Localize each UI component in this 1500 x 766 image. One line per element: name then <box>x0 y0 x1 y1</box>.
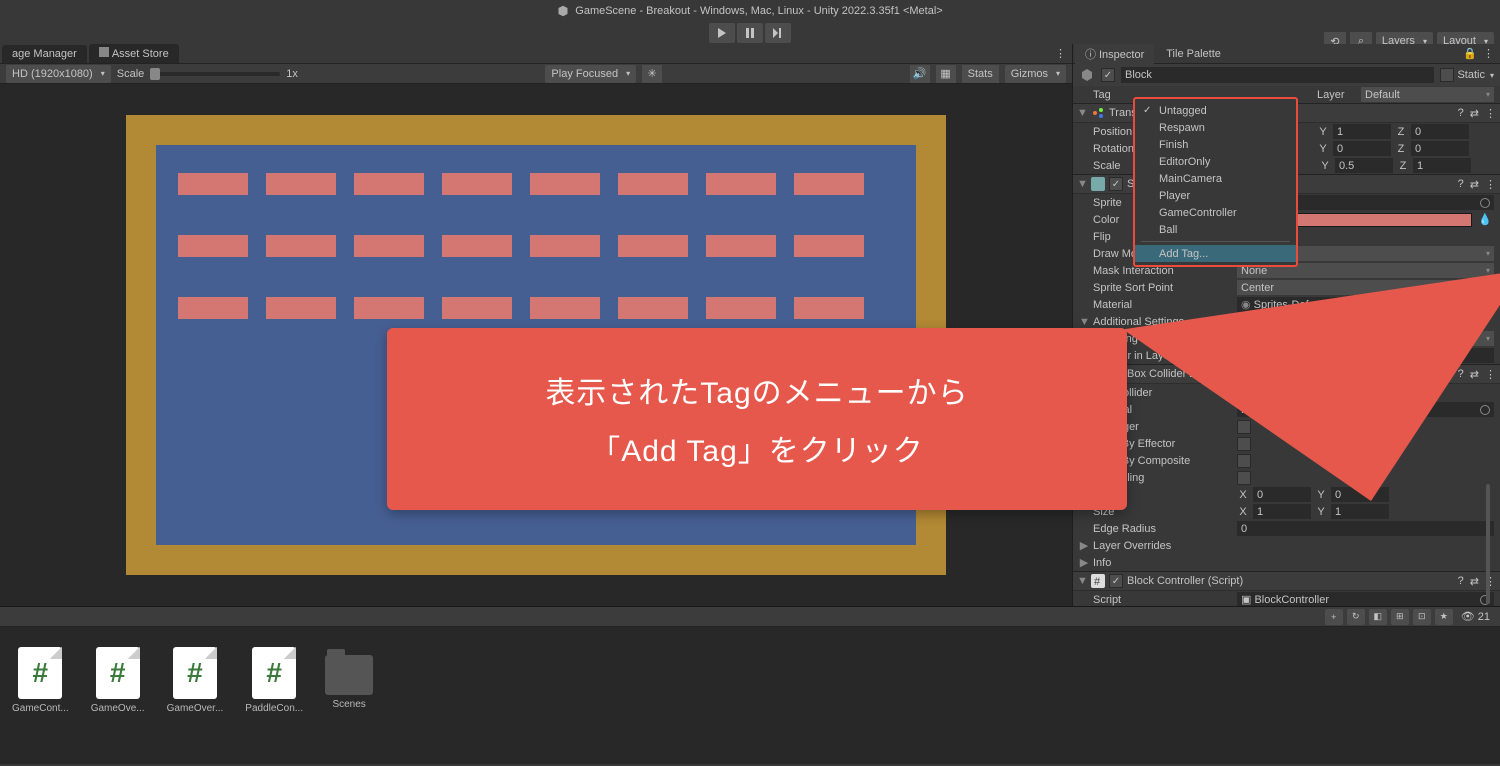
layer-label: Layer <box>1317 89 1357 101</box>
hidden-items[interactable]: 👁21 <box>1457 610 1494 623</box>
tag-option-gamecontroller[interactable]: GameController <box>1135 204 1296 221</box>
gameobject-icon[interactable] <box>1079 67 1095 83</box>
tab-inspector[interactable]: ⓘInspector <box>1075 44 1154 65</box>
tag-option-player[interactable]: Player <box>1135 187 1296 204</box>
transform-icon <box>1091 106 1105 120</box>
toolbar-icon[interactable]: ↻ <box>1347 609 1365 625</box>
asset-script[interactable]: #GameCont... <box>12 647 69 714</box>
toolbar-icon[interactable]: ⊞ <box>1391 609 1409 625</box>
active-checkbox[interactable] <box>1101 68 1115 82</box>
size-y-field[interactable] <box>1331 504 1389 519</box>
menu-icon[interactable]: ⋮ <box>1485 107 1496 120</box>
tab-tile-palette[interactable]: Tile Palette <box>1156 45 1231 63</box>
sprite-renderer-icon <box>1091 177 1105 191</box>
unity-icon <box>557 5 569 17</box>
tag-option-finish[interactable]: Finish <box>1135 136 1296 153</box>
play-focused-dropdown[interactable]: Play Focused <box>545 65 636 83</box>
audio-icon[interactable]: 🔊 <box>910 65 930 83</box>
scale-value: 1x <box>286 68 298 80</box>
component-enable-checkbox[interactable] <box>1109 574 1123 588</box>
panel-menu-icon[interactable]: ⋮ <box>1483 47 1494 60</box>
svg-text:#: # <box>1094 576 1101 588</box>
auto-tiling-checkbox[interactable] <box>1237 471 1251 485</box>
scale-z-field[interactable] <box>1413 158 1471 173</box>
offset-x-field[interactable] <box>1253 487 1311 502</box>
tab-asset-store[interactable]: Asset Store <box>89 44 179 63</box>
scale-slider[interactable] <box>150 72 280 76</box>
game-view-toolbar: HD (1920x1080) Scale 1x Play Focused ✳ 🔊… <box>0 64 1072 84</box>
rot-y-field[interactable] <box>1333 141 1391 156</box>
tag-dropdown-menu: Untagged Respawn Finish EditorOnly MainC… <box>1133 97 1298 267</box>
gizmos-dropdown[interactable]: Gizmos <box>1005 65 1066 83</box>
help-icon[interactable]: ? <box>1458 107 1464 120</box>
mute-audio-icon[interactable]: ✳ <box>642 65 662 83</box>
play-controls <box>0 22 1500 44</box>
rot-z-field[interactable] <box>1411 141 1469 156</box>
tag-option-add-tag[interactable]: Add Tag... <box>1135 245 1296 262</box>
asset-script[interactable]: #GameOve... <box>91 647 145 714</box>
toolbar-icon[interactable]: ★ <box>1435 609 1453 625</box>
tag-option-respawn[interactable]: Respawn <box>1135 119 1296 136</box>
toolbar-icon[interactable]: ◧ <box>1369 609 1387 625</box>
preset-icon[interactable]: ⇄ <box>1470 107 1479 120</box>
static-checkbox[interactable] <box>1440 68 1454 82</box>
stats-button[interactable]: Stats <box>962 65 999 83</box>
resolution-dropdown[interactable]: HD (1920x1080) <box>6 65 111 83</box>
script-icon: # <box>1091 574 1105 588</box>
block-controller-header[interactable]: ▼ # Block Controller (Script) ?⇄⋮ <box>1073 571 1500 591</box>
tag-option-untagged[interactable]: Untagged <box>1135 102 1296 119</box>
size-x-field[interactable] <box>1253 504 1311 519</box>
scale-label: Scale <box>117 68 145 80</box>
edge-radius-field[interactable] <box>1237 521 1494 536</box>
pos-z-field[interactable] <box>1411 124 1469 139</box>
eyedropper-icon[interactable]: 💧 <box>1476 213 1494 226</box>
asset-folder[interactable]: Scenes <box>325 647 373 710</box>
scrollbar[interactable] <box>1486 484 1490 604</box>
component-enable-checkbox[interactable] <box>1109 177 1123 191</box>
gizmo-display-icon[interactable]: ▦ <box>936 65 956 83</box>
window-titlebar: GameScene - Breakout - Windows, Mac, Lin… <box>0 0 1500 22</box>
scale-y-field[interactable] <box>1335 158 1393 173</box>
asset-script[interactable]: #GameOver... <box>167 647 224 714</box>
panel-menu-icon[interactable]: ⋮ <box>1049 47 1072 60</box>
used-by-effector-checkbox[interactable] <box>1237 437 1251 451</box>
pos-y-field[interactable] <box>1333 124 1391 139</box>
script-field[interactable]: ▣ BlockController <box>1237 592 1494 606</box>
pause-button[interactable] <box>737 23 763 43</box>
play-button[interactable] <box>709 23 735 43</box>
tab-package-manager[interactable]: age Manager <box>2 45 87 63</box>
layer-dropdown[interactable]: Default <box>1361 87 1494 102</box>
project-panel: + ↻ ◧ ⊞ ⊡ ★ 👁21 #GameCont... #GameOve...… <box>0 606 1500 764</box>
tag-option-editoronly[interactable]: EditorOnly <box>1135 153 1296 170</box>
annotation-callout: 表示されたTagのメニューから 「Add Tag」をクリック <box>387 328 1137 538</box>
is-trigger-checkbox[interactable] <box>1237 420 1251 434</box>
tag-option-ball[interactable]: Ball <box>1135 221 1296 238</box>
asset-script[interactable]: #PaddleCon... <box>245 647 303 714</box>
lock-icon[interactable]: 🔒 <box>1463 47 1477 60</box>
step-button[interactable] <box>765 23 791 43</box>
tag-option-maincamera[interactable]: MainCamera <box>1135 170 1296 187</box>
toolbar-icon[interactable]: + <box>1325 609 1343 625</box>
used-by-composite-checkbox[interactable] <box>1237 454 1251 468</box>
left-panel-tabs: age Manager Asset Store ⋮ <box>0 44 1072 64</box>
toolbar-icon[interactable]: ⊡ <box>1413 609 1431 625</box>
object-name-field[interactable] <box>1121 67 1434 83</box>
